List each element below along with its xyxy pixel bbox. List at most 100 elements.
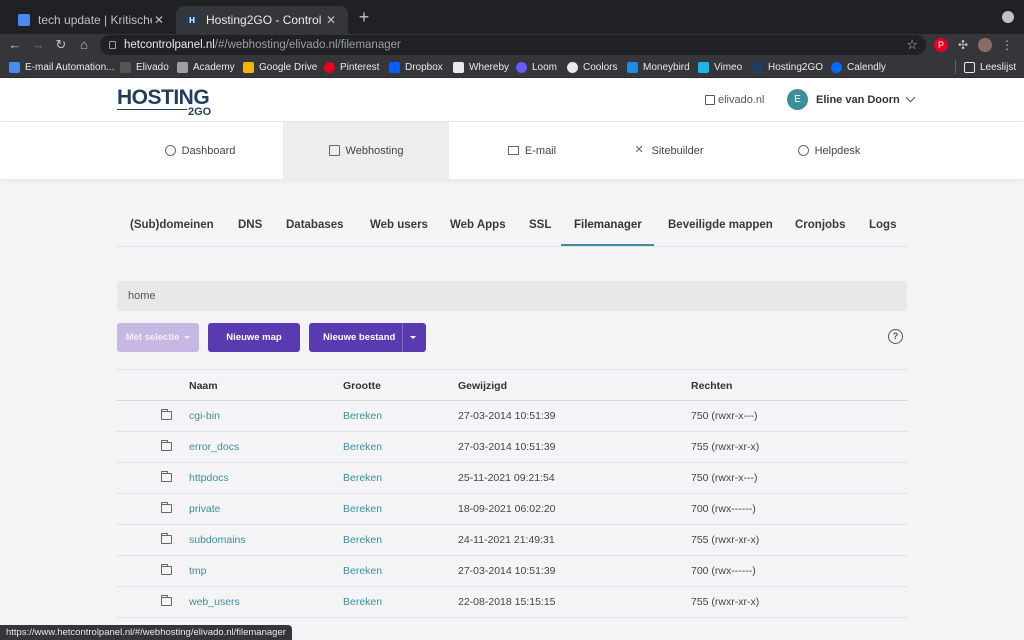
column-size[interactable]: Grootte — [343, 380, 381, 392]
new-file-button[interactable]: Nieuwe bestand — [309, 323, 426, 352]
browser-tab-tech-update[interactable]: tech update | Kritische fout op ✕ — [8, 6, 176, 34]
bookmark-loom[interactable]: Loom — [516, 60, 557, 74]
reading-list[interactable]: Leeslijst — [964, 60, 1016, 74]
bookmark-icon — [9, 61, 20, 73]
logo-text: HOSTING — [117, 86, 210, 109]
file-name-link[interactable]: subdomains — [189, 534, 246, 546]
calculate-size-link[interactable]: Bereken — [343, 472, 382, 484]
server-icon — [328, 145, 340, 156]
modified-date: 27-03-2014 10:51:39 — [458, 441, 556, 453]
browser-menu-icon[interactable]: ⋮ — [1000, 38, 1014, 52]
caret-down-icon — [184, 336, 191, 339]
calculate-size-link[interactable]: Bereken — [343, 410, 382, 422]
bookmark-dropbox[interactable]: Dropbox — [389, 60, 443, 74]
calculate-size-link[interactable]: Bereken — [343, 441, 382, 453]
file-name-link[interactable]: private — [189, 503, 221, 515]
folder-icon — [161, 595, 172, 606]
tab-search-icon[interactable] — [1002, 11, 1014, 23]
url-path: /#/webhosting/elivado.nl/filemanager — [214, 39, 401, 51]
bookmark-elivado[interactable]: Elivado — [120, 60, 169, 74]
path-home[interactable]: home — [128, 290, 156, 302]
browser-tab-hosting2go[interactable]: H Hosting2GO - Control Panel ✕ — [176, 6, 348, 34]
new-tab-button[interactable]: + — [354, 8, 374, 28]
tab-beveiligde-mappen[interactable]: Beveiligde mappen — [668, 219, 773, 231]
file-name-link[interactable]: tmp — [189, 565, 207, 577]
back-icon[interactable]: ← — [6, 36, 24, 54]
extensions-puzzle-icon[interactable]: ✣ — [956, 38, 970, 52]
tab-web-apps[interactable]: Web Apps — [450, 219, 506, 231]
nav-sitebuilder[interactable]: ✕ Sitebuilder — [586, 122, 752, 179]
loom-icon — [516, 61, 527, 73]
calculate-size-link[interactable]: Bereken — [343, 565, 382, 577]
nav-webhosting[interactable]: Webhosting — [283, 122, 449, 179]
tab-dns[interactable]: DNS — [238, 219, 262, 231]
home-icon[interactable]: ⌂ — [75, 36, 93, 54]
pinterest-extension-icon[interactable]: P — [934, 38, 948, 52]
table-row[interactable]: error_docs Bereken 27-03-2014 10:51:39 755 … — [117, 432, 907, 463]
bookmark-star-icon[interactable]: ☆ — [906, 35, 918, 55]
bookmark-coolors[interactable]: Coolors — [567, 60, 617, 74]
close-icon[interactable]: ✕ — [152, 13, 166, 27]
with-selection-button[interactable]: Met selectie — [117, 323, 199, 352]
google-drive-icon — [243, 61, 254, 73]
bookmark-email-automation[interactable]: E-mail Automation... — [9, 60, 114, 74]
nav-helpdesk[interactable]: Helpdesk — [746, 122, 912, 179]
column-name[interactable]: Naam — [189, 380, 218, 392]
bookmark-calendly[interactable]: Calendly — [831, 60, 886, 74]
nav-dashboard[interactable]: Dashboard — [117, 122, 283, 179]
vimeo-icon — [698, 61, 709, 73]
new-folder-button[interactable]: Nieuwe map — [208, 323, 300, 352]
help-icon[interactable]: ? — [888, 329, 903, 344]
tab-title: tech update | Kritische fout op — [38, 13, 152, 27]
column-modified[interactable]: Gewijzigd — [458, 380, 507, 392]
lock-icon — [109, 41, 116, 49]
tab-web-users[interactable]: Web users — [370, 219, 428, 231]
profile-avatar-icon[interactable] — [978, 38, 992, 52]
forward-icon[interactable]: → — [29, 36, 47, 54]
calculate-size-link[interactable]: Bereken — [343, 596, 382, 608]
file-name-link[interactable]: error_docs — [189, 441, 239, 453]
reload-icon[interactable]: ↻ — [52, 36, 70, 54]
table-row[interactable]: private Bereken 18-09-2021 06:02:20 700 (rw… — [117, 494, 907, 525]
permissions: 755 (rwxr-xr-x) — [691, 441, 760, 453]
file-name-link[interactable]: cgi-bin — [189, 410, 220, 422]
domain-link[interactable]: elivado.nl — [705, 94, 764, 106]
bookmark-moneybird[interactable]: Moneybird — [627, 60, 690, 74]
path-breadcrumb[interactable]: home — [117, 281, 907, 311]
tab-subdomeinen[interactable]: (Sub)domeinen — [130, 219, 214, 231]
tab-ssl[interactable]: SSL — [529, 219, 551, 231]
table-row[interactable]: httpdocs Bereken 25-11-2021 09:21:54 750 (r… — [117, 463, 907, 494]
external-link-icon — [705, 95, 715, 105]
address-toolbar: ← → ↻ ⌂ hetcontrolpanel.nl/#/webhosting/… — [0, 34, 1024, 56]
domain-label: elivado.nl — [718, 94, 765, 106]
tab-cronjobs[interactable]: Cronjobs — [795, 219, 845, 231]
bookmarks-divider — [955, 60, 956, 74]
table-row[interactable]: subdomains Bereken 24-11-2021 21:49:31 755 … — [117, 525, 907, 556]
bookmark-academy[interactable]: Academy — [177, 60, 235, 74]
bookmark-pinterest[interactable]: Pinterest — [324, 60, 379, 74]
bookmark-google-drive[interactable]: Google Drive — [243, 60, 317, 74]
bookmark-whereby[interactable]: Whereby — [453, 60, 509, 74]
whereby-icon — [453, 61, 464, 73]
table-row[interactable]: tmp Bereken 27-03-2014 10:51:39 700 (rwx---… — [117, 556, 907, 587]
caret-down-icon[interactable] — [410, 336, 416, 339]
hosting2go-logo[interactable]: HOSTING 2GO — [117, 86, 217, 118]
table-row[interactable]: cgi-bin Bereken 27-03-2014 10:51:39 750 (rw… — [117, 401, 907, 432]
calculate-size-link[interactable]: Bereken — [343, 534, 382, 546]
column-rights[interactable]: Rechten — [691, 380, 732, 392]
bookmark-hosting2go[interactable]: Hosting2GO — [752, 60, 823, 74]
tab-filemanager[interactable]: Filemanager — [574, 219, 642, 231]
tab-databases[interactable]: Databases — [286, 219, 344, 231]
table-row[interactable]: web_users Bereken 22-08-2018 15:15:15 755 (… — [117, 587, 907, 618]
user-name: Eline van Doorn — [816, 93, 900, 106]
webhosting-subtabs: (Sub)domeinen DNS Databases Web users We… — [117, 205, 907, 247]
calculate-size-link[interactable]: Bereken — [343, 503, 382, 515]
user-menu[interactable]: E Eline van Doorn — [787, 89, 916, 110]
address-bar[interactable]: hetcontrolpanel.nl/#/webhosting/elivado.… — [100, 35, 926, 55]
tab-logs[interactable]: Logs — [869, 219, 896, 231]
bookmarks-bar: E-mail Automation... Elivado Academy Goo… — [0, 56, 1024, 78]
file-name-link[interactable]: httpdocs — [189, 472, 229, 484]
file-name-link[interactable]: web_users — [189, 596, 240, 608]
bookmark-vimeo[interactable]: Vimeo — [698, 60, 742, 74]
close-icon[interactable]: ✕ — [324, 13, 338, 27]
